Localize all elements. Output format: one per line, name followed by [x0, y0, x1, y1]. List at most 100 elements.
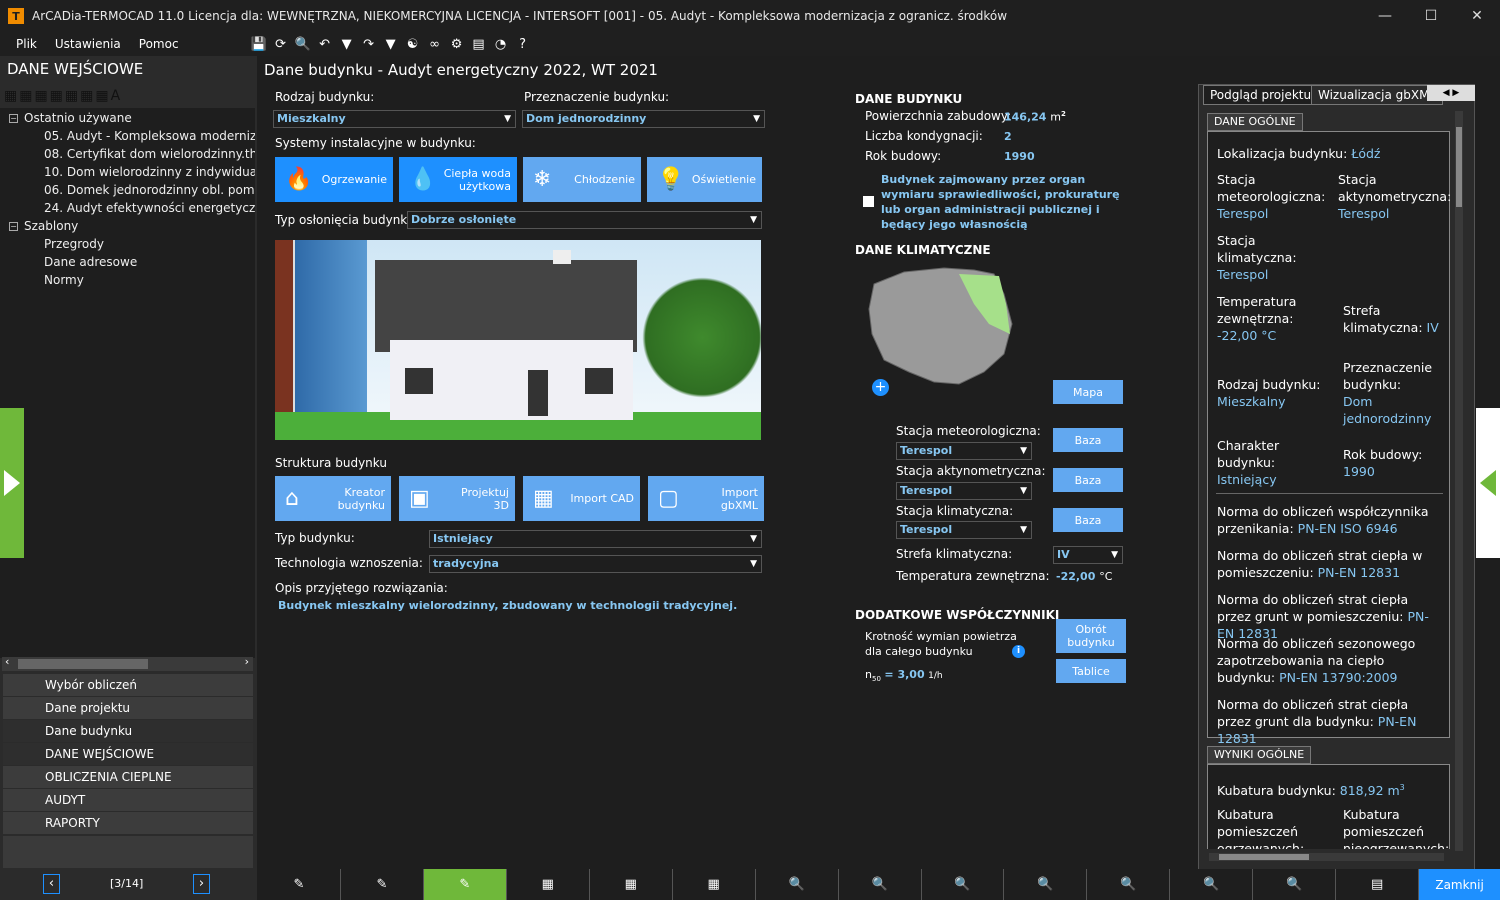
baza-aktyno-button[interactable]: Baza — [1053, 468, 1123, 492]
rodzaj-select[interactable]: Mieszkalny ▼ — [273, 110, 516, 128]
tree-group-templates[interactable]: Szablony — [24, 219, 78, 233]
oswietlenie-button[interactable]: 💡 Oświetlenie — [647, 157, 762, 202]
import-cad-button[interactable]: ▦ Import CAD — [523, 476, 640, 521]
tree-item[interactable]: Normy — [44, 273, 84, 287]
search-doc-icon[interactable]: 🔍 — [1170, 869, 1254, 900]
vertical-scrollbar[interactable] — [1455, 111, 1463, 851]
kub-pom-n: Kubatura pomieszczeń nieogrzewanych: — [1343, 807, 1450, 849]
pow-value[interactable]: 146,24 m2 — [1004, 110, 1066, 124]
tab-podglad-projektu[interactable]: Podgląd projektu — [1203, 85, 1319, 105]
poland-map[interactable] — [864, 264, 1019, 392]
nav-obliczenia-cieplne[interactable]: OBLICZENIA CIEPLNE — [3, 766, 253, 788]
nav-wybor-obliczen[interactable]: Wybór obliczeń — [3, 674, 253, 696]
meteo-select[interactable]: Terespol ▼ — [896, 442, 1032, 460]
tree-item[interactable]: 10. Dom wielorodzinny z indywidualnym — [44, 165, 255, 179]
ciepla-woda-button[interactable]: 💧 Ciepła woda użytkowa — [399, 157, 517, 202]
tree-item[interactable]: 05. Audyt - Kompleksowa modernizacja — [44, 129, 255, 143]
tab-scroll-arrows[interactable]: ◀ ▶ — [1427, 85, 1475, 101]
opis-value[interactable]: Budynek mieszkalny wielorodzinny, zbudow… — [278, 599, 737, 612]
tree-item[interactable]: 08. Certyfikat dom wielorodzinny.thb — [44, 147, 255, 161]
strefa-select[interactable]: IV ▼ — [1053, 546, 1123, 564]
search-doc-icon[interactable]: 🔍 — [756, 869, 839, 900]
tree-item[interactable]: Dane adresowe — [44, 255, 137, 269]
baza-meteo-button[interactable]: Baza — [1053, 428, 1123, 452]
zamknij-button[interactable]: Zamknij — [1419, 869, 1500, 900]
report-icon[interactable]: ▤ — [1336, 869, 1420, 900]
menu-ustawienia[interactable]: Ustawienia — [55, 37, 121, 51]
maximize-button[interactable]: ☐ — [1408, 0, 1454, 32]
nav-dane-projektu[interactable]: Dane projektu — [3, 697, 253, 719]
baza-klim-button[interactable]: Baza — [1053, 508, 1123, 532]
undo-dropdown-icon[interactable]: ▼ — [337, 35, 357, 53]
tree-item[interactable]: 24. Audyt efektywności energetycznej.th — [44, 201, 255, 215]
prev-page-button[interactable]: ‹ — [43, 874, 60, 894]
minimize-button[interactable]: — — [1362, 0, 1408, 32]
link-icon[interactable]: ∞ — [425, 35, 445, 53]
next-page-button[interactable]: › — [193, 874, 210, 894]
tree-group-recent[interactable]: Ostatnio używane — [24, 111, 132, 125]
nav-dane-wejsciowe[interactable]: DANE WEJŚCIOWE — [3, 743, 253, 765]
import-gbxml-button[interactable]: ▢ Import gbXML — [648, 476, 764, 521]
gauge-icon[interactable]: ◔ — [491, 35, 511, 53]
public-building-checkbox[interactable] — [863, 196, 874, 207]
undo-icon[interactable]: ↶ — [315, 35, 335, 53]
projektuj-3d-button[interactable]: ▣ Projektuj 3D — [399, 476, 515, 521]
temp-value[interactable]: -22,00 °C — [1056, 570, 1112, 583]
ogrzewanie-button[interactable]: 🔥 Ogrzewanie — [275, 157, 393, 202]
doc-edit-active-icon[interactable]: ✎ — [423, 869, 507, 900]
zoom-in-icon[interactable]: + — [872, 379, 889, 396]
rok-value[interactable]: 1990 — [1004, 150, 1035, 163]
search-doc-icon[interactable]: 🔍 — [839, 869, 922, 900]
help-icon[interactable]: ? — [513, 35, 533, 53]
nav-raporty[interactable]: RAPORTY — [3, 812, 253, 834]
info-icon[interactable]: i — [1012, 645, 1025, 658]
menu-plik[interactable]: Plik — [16, 37, 37, 51]
settings-icon[interactable]: ⚙ — [447, 35, 467, 53]
aktyno-select[interactable]: Terespol ▼ — [896, 482, 1032, 500]
search-doc-icon[interactable]: 🔍 — [1004, 869, 1088, 900]
close-button[interactable]: ✕ — [1454, 0, 1500, 32]
tablice-button[interactable]: Tablice — [1056, 659, 1126, 683]
przezn-select[interactable]: Dom jednorodzinny ▼ — [522, 110, 765, 128]
doc-edit-icon[interactable]: ✎ — [341, 869, 424, 900]
tree-toolbar-icons[interactable]: ▦▦▦▦▦▦▦A — [4, 88, 122, 104]
tree-item[interactable]: 06. Domek jednorodzinny obl. pomieszc — [44, 183, 255, 197]
mapa-button[interactable]: Mapa — [1053, 380, 1123, 404]
typ-select[interactable]: Istniejący ▼ — [429, 530, 762, 548]
users-icon[interactable]: ☯ — [403, 35, 423, 53]
search-doc-icon[interactable]: 🔍 — [1253, 869, 1337, 900]
expand-left-tab[interactable] — [0, 408, 24, 558]
tree-item[interactable]: Przegrody — [44, 237, 104, 251]
kreator-budynku-button[interactable]: ⌂ Kreator budynku — [275, 476, 391, 521]
redo-dropdown-icon[interactable]: ▼ — [381, 35, 401, 53]
search-doc-icon[interactable]: 🔍 — [1087, 869, 1171, 900]
refresh-icon[interactable]: ⟳ — [271, 35, 291, 53]
tree-horizontal-scrollbar[interactable]: ‹ › — [2, 655, 253, 671]
menu-pomoc[interactable]: Pomoc — [139, 37, 179, 51]
tab-wizualizacja-gbxml[interactable]: Wizualizacja gbXML — [1311, 85, 1444, 105]
blueprint-icon: ▦ — [533, 486, 554, 511]
rok-label: Rok budowy: — [865, 149, 942, 163]
doc-edit-icon[interactable]: ✎ — [258, 869, 341, 900]
collapse-icon[interactable]: − — [9, 222, 18, 231]
obrot-budynku-button[interactable]: Obrót budynku — [1056, 619, 1126, 653]
table-icon[interactable]: ▦ — [673, 869, 756, 900]
oslon-select[interactable]: Dobrze osłonięte ▼ — [407, 211, 762, 229]
redo-icon[interactable]: ↷ — [359, 35, 379, 53]
table-icon[interactable]: ▦ — [507, 869, 590, 900]
preview-icon[interactable]: 🔍 — [293, 35, 313, 53]
meteo-row: Stacja meteorologiczna: Terespol — [1217, 172, 1326, 221]
klim-select[interactable]: Terespol ▼ — [896, 521, 1032, 539]
collapse-icon[interactable]: − — [9, 114, 18, 123]
nav-dane-budynku[interactable]: Dane budynku — [3, 720, 253, 742]
kond-value[interactable]: 2 — [1004, 130, 1012, 143]
report-icon[interactable]: ▤ — [469, 35, 489, 53]
table-icon[interactable]: ▦ — [590, 869, 673, 900]
techn-select[interactable]: tradycyjna ▼ — [429, 555, 762, 573]
save-icon[interactable]: 💾 — [249, 35, 269, 53]
expand-right-tab[interactable] — [1476, 408, 1500, 558]
search-doc-icon[interactable]: 🔍 — [922, 869, 1005, 900]
horizontal-scrollbar[interactable] — [1209, 853, 1444, 861]
nav-audyt[interactable]: AUDYT — [3, 789, 253, 811]
chlodzenie-button[interactable]: ❄ Chłodzenie — [523, 157, 641, 202]
